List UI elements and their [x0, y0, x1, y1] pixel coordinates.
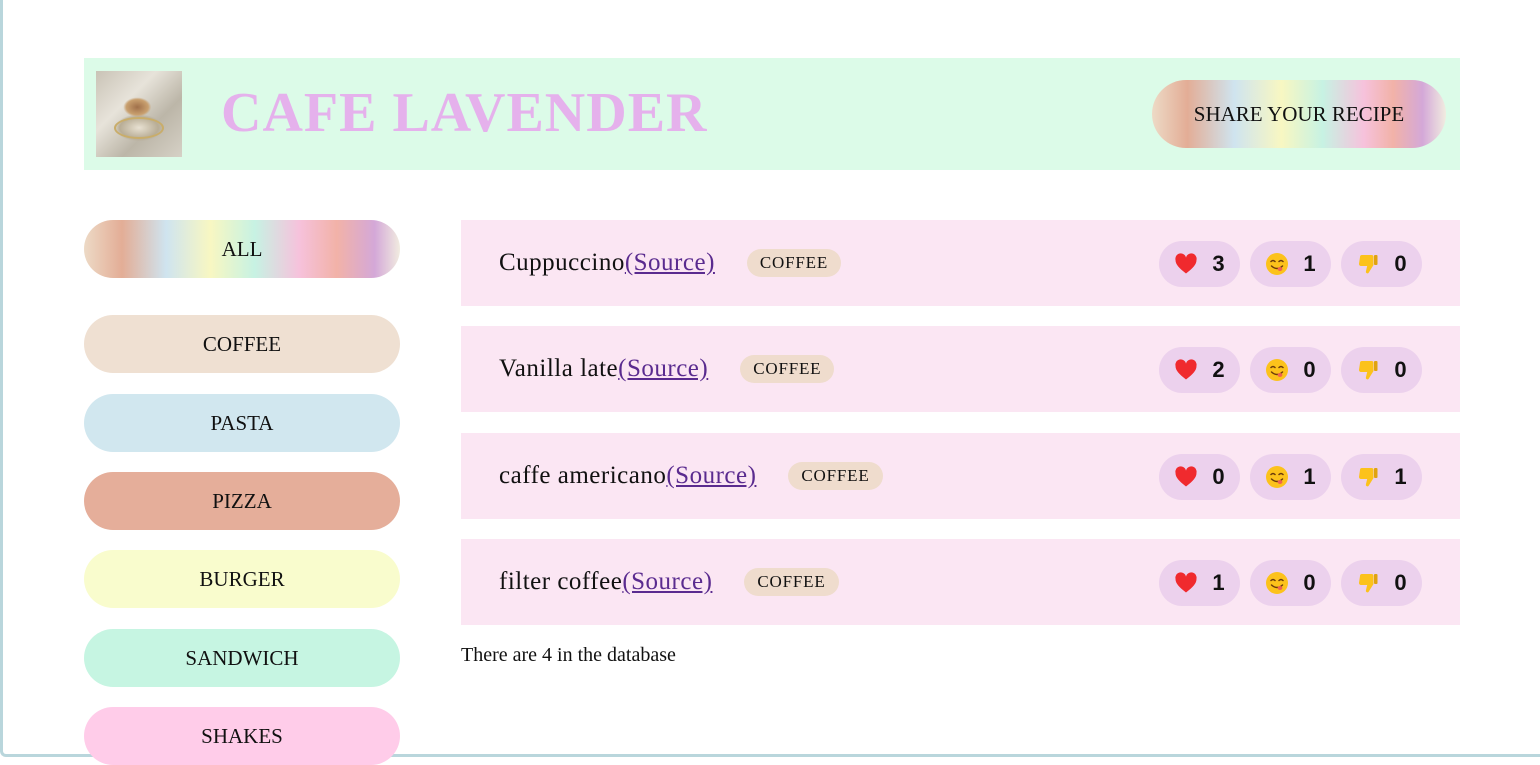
recipe-source-link[interactable]: (Source) [618, 355, 708, 383]
recipe-name: caffe americano [499, 462, 667, 489]
reaction-buttons: 2 0 0 [1159, 347, 1422, 393]
yum-button[interactable]: 0 [1250, 560, 1331, 606]
site-header: CAFE LAVENDER SHARE YOUR RECIPE [84, 58, 1460, 170]
recipe-category-tag: COFFEE [746, 249, 841, 277]
recipe-category-tag: COFFEE [740, 355, 835, 383]
recipe-category-tag: COFFEE [788, 462, 883, 490]
logo-image [96, 71, 182, 157]
recipe-title: caffe americano (Source) COFFEE [499, 433, 883, 519]
reaction-buttons: 1 0 0 [1159, 560, 1422, 606]
thumbs-down-icon [1356, 465, 1380, 489]
recipe-row: Cuppuccino (Source) COFFEE 3 1 0 [461, 220, 1460, 306]
face-savoring-food-icon [1265, 252, 1289, 276]
face-savoring-food-icon [1265, 465, 1289, 489]
thumbs-down-icon [1356, 252, 1380, 276]
category-button-burger[interactable]: BURGER [84, 550, 400, 608]
recipe-row: Vanilla late (Source) COFFEE 2 0 0 [461, 326, 1460, 412]
recipe-name: Cuppuccino [499, 249, 625, 276]
dislike-count: 0 [1394, 570, 1407, 595]
category-button-pizza[interactable]: PIZZA [84, 472, 400, 530]
recipe-title: Cuppuccino (Source) COFFEE [499, 220, 841, 306]
red-heart-icon [1174, 252, 1198, 276]
thumbs-down-icon [1356, 358, 1380, 382]
recipe-name: Vanilla late [499, 355, 619, 382]
recipe-title: filter coffee (Source) COFFEE [499, 539, 839, 625]
category-button-shakes[interactable]: SHAKES [84, 707, 400, 765]
recipe-source-link[interactable]: (Source) [625, 249, 715, 277]
like-button[interactable]: 0 [1159, 454, 1240, 500]
like-button[interactable]: 1 [1159, 560, 1240, 606]
site-title: CAFE LAVENDER [221, 82, 708, 144]
reaction-buttons: 0 1 1 [1159, 454, 1422, 500]
like-count: 1 [1212, 570, 1225, 595]
yum-button[interactable]: 1 [1250, 454, 1331, 500]
recipe-title: Vanilla late (Source) COFFEE [499, 326, 835, 412]
dislike-button[interactable]: 1 [1341, 454, 1422, 500]
yum-button[interactable]: 1 [1250, 241, 1331, 287]
recipe-category-tag: COFFEE [744, 568, 839, 596]
like-count: 0 [1212, 464, 1225, 489]
dislike-button[interactable]: 0 [1341, 560, 1422, 606]
category-button-all[interactable]: ALL [84, 220, 400, 278]
dislike-count: 0 [1394, 357, 1407, 382]
dislike-button[interactable]: 0 [1341, 347, 1422, 393]
recipe-row: caffe americano (Source) COFFEE 0 1 1 [461, 433, 1460, 519]
category-button-sandwich[interactable]: SANDWICH [84, 629, 400, 687]
recipe-row: filter coffee (Source) COFFEE 1 0 0 [461, 539, 1460, 625]
like-count: 2 [1212, 357, 1225, 382]
recipe-source-link[interactable]: (Source) [666, 462, 756, 490]
red-heart-icon [1174, 465, 1198, 489]
category-button-pasta[interactable]: PASTA [84, 394, 400, 452]
like-count: 3 [1212, 251, 1225, 276]
face-savoring-food-icon [1265, 358, 1289, 382]
category-button-coffee[interactable]: COFFEE [84, 315, 400, 373]
yum-button[interactable]: 0 [1250, 347, 1331, 393]
like-button[interactable]: 2 [1159, 347, 1240, 393]
yum-count: 1 [1303, 464, 1316, 489]
red-heart-icon [1174, 571, 1198, 595]
reaction-buttons: 3 1 0 [1159, 241, 1422, 287]
share-recipe-button[interactable]: SHARE YOUR RECIPE [1152, 80, 1446, 148]
face-savoring-food-icon [1265, 571, 1289, 595]
recipe-name: filter coffee [499, 568, 623, 595]
dislike-button[interactable]: 0 [1341, 241, 1422, 287]
yum-count: 1 [1303, 251, 1316, 276]
yum-count: 0 [1303, 357, 1316, 382]
red-heart-icon [1174, 358, 1198, 382]
thumbs-down-icon [1356, 571, 1380, 595]
dislike-count: 0 [1394, 251, 1407, 276]
database-count-text: There are 4 in the database [461, 644, 676, 666]
dislike-count: 1 [1394, 464, 1407, 489]
like-button[interactable]: 3 [1159, 241, 1240, 287]
yum-count: 0 [1303, 570, 1316, 595]
recipe-source-link[interactable]: (Source) [622, 568, 712, 596]
coffee-cup-icon [114, 117, 164, 139]
